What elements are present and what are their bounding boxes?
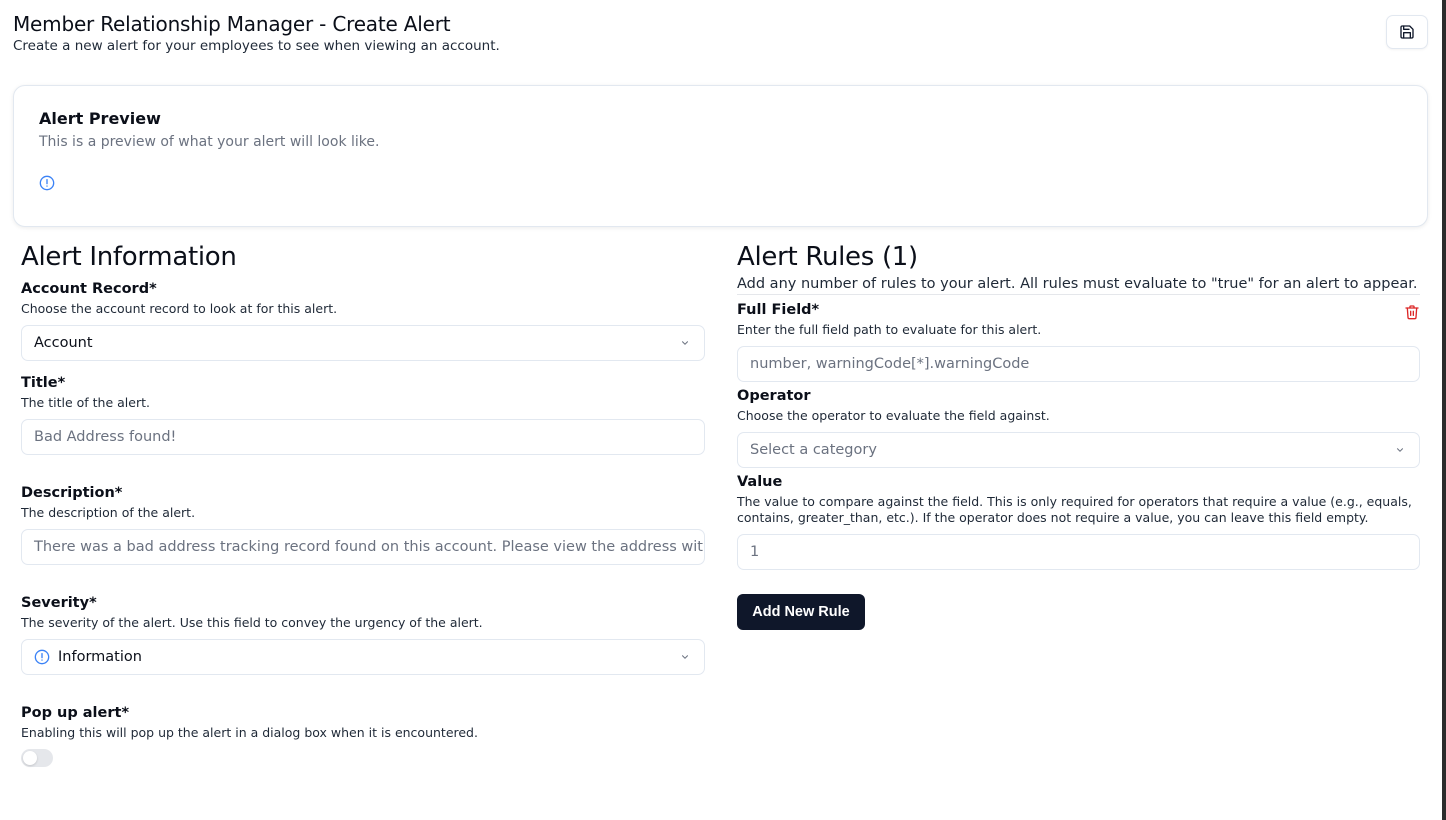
description-input[interactable]: There was a bad address tracking record … [21,529,705,565]
severity-select[interactable]: Information [21,639,705,675]
alert-information-heading: Alert Information [21,242,237,272]
page-subtitle: Create a new alert for your employees to… [13,38,500,54]
save-button[interactable] [1386,15,1428,49]
preview-title: Alert Preview [39,109,161,128]
account-record-select[interactable]: Account [21,325,705,361]
operator-label: Operator [737,388,811,404]
alert-rules-heading: Alert Rules (1) [737,242,918,272]
trash-icon[interactable] [1404,304,1420,320]
alert-preview-card: Alert Preview This is a preview of what … [13,85,1428,227]
title-input[interactable]: Bad Address found! [21,419,705,455]
account-record-label: Account Record* [21,281,157,297]
value-input[interactable]: 1 [737,534,1420,570]
title-placeholder: Bad Address found! [34,429,177,445]
save-icon [1400,25,1414,39]
title-label: Title* [21,375,66,391]
divider [737,294,1420,295]
description-help: The description of the alert. [21,505,196,520]
full-field-label: Full Field* [737,302,820,318]
severity-help: The severity of the alert. Use this fiel… [21,615,483,630]
value-placeholder: 1 [750,544,760,560]
chevron-down-icon [681,341,689,345]
popup-toggle[interactable] [21,749,53,767]
value-label: Value [737,474,783,490]
title-help: The title of the alert. [21,395,150,410]
scrollbar[interactable] [1442,0,1446,820]
full-field-help: Enter the full field path to evaluate fo… [737,322,1042,337]
chevron-down-icon [681,655,689,659]
chevron-down-icon [1396,448,1404,452]
popup-help: Enabling this will pop up the alert in a… [21,725,478,740]
info-icon [39,175,55,191]
account-record-value: Account [34,335,93,351]
severity-value: Information [58,649,142,665]
preview-description: This is a preview of what your alert wil… [39,134,380,150]
full-field-placeholder: number, warningCode[*].warningCode [750,356,1030,372]
operator-help: Choose the operator to evaluate the fiel… [737,408,1050,423]
description-placeholder: There was a bad address tracking record … [34,539,705,555]
description-label: Description* [21,485,123,501]
operator-placeholder: Select a category [750,442,877,458]
info-icon [34,649,50,665]
value-help-line-1: The value to compare against the field. … [737,494,1412,509]
account-record-help: Choose the account record to look at for… [21,301,338,316]
full-field-input[interactable]: number, warningCode[*].warningCode [737,346,1420,382]
value-help-line-2: contains, greater_than, etc.). If the op… [737,510,1369,525]
alert-rules-subheading: Add any number of rules to your alert. A… [737,276,1418,292]
operator-select[interactable]: Select a category [737,432,1420,468]
toggle-knob [23,751,37,765]
severity-label: Severity* [21,595,97,611]
page-title: Member Relationship Manager - Create Ale… [13,12,451,36]
popup-label: Pop up alert* [21,705,130,721]
add-new-rule-button[interactable]: Add New Rule [737,594,865,630]
